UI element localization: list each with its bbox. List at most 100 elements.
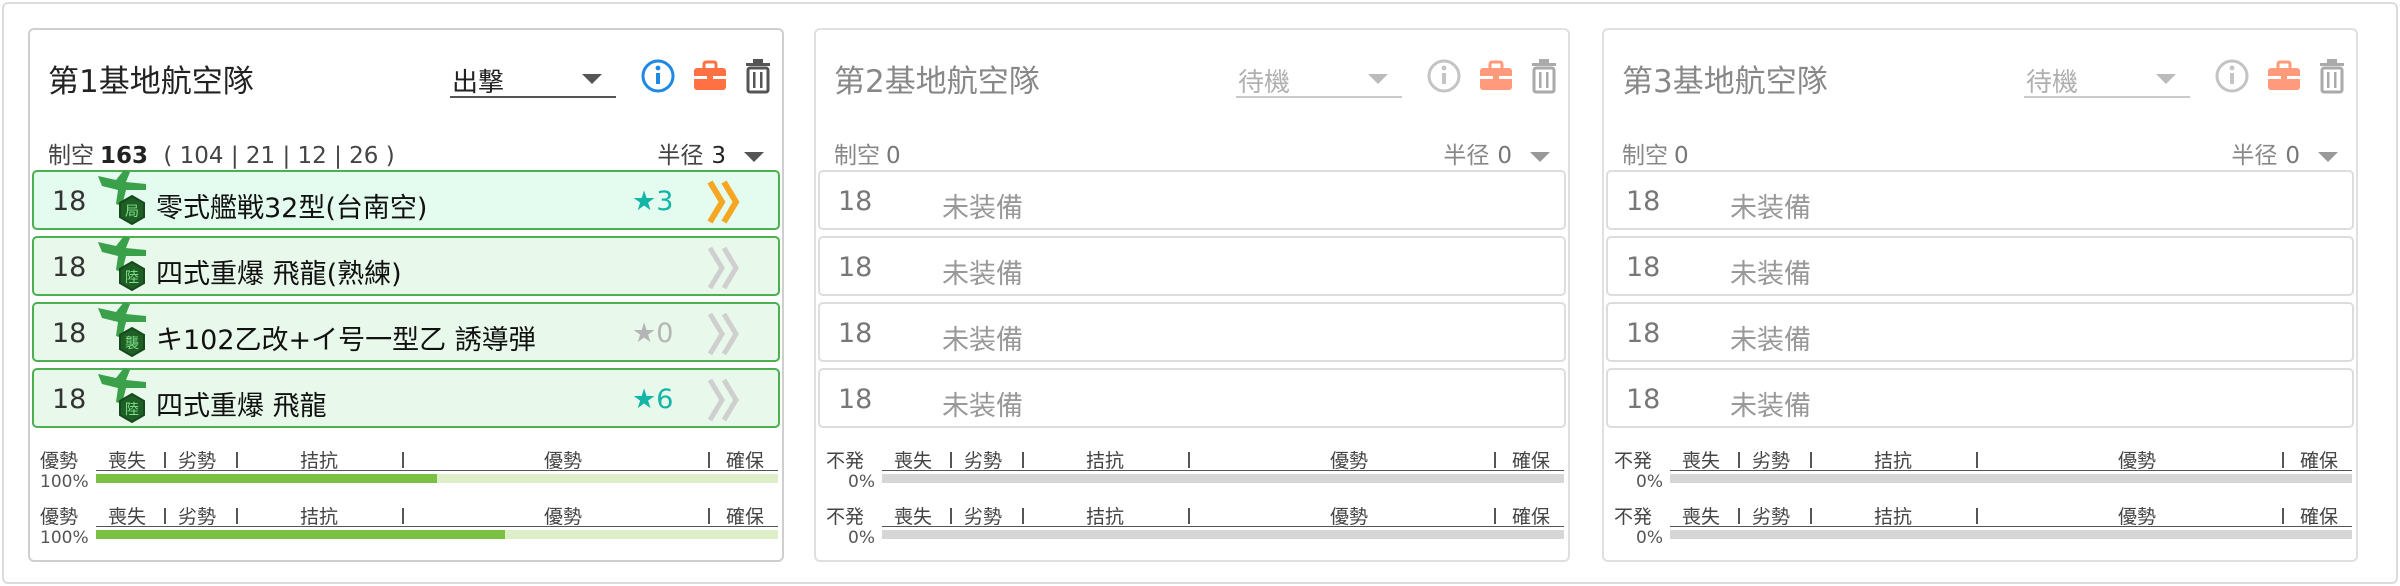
gauge-scale: 喪失 劣勢 拮抗 優勢 確保 bbox=[1670, 502, 2352, 528]
briefcase-icon[interactable] bbox=[690, 56, 730, 96]
empty-slot-label: 未装備 bbox=[942, 259, 1023, 290]
chevron-down-icon bbox=[582, 74, 602, 84]
briefcase-icon[interactable] bbox=[2264, 56, 2304, 96]
trash-icon[interactable] bbox=[738, 56, 778, 96]
air-state-gauge-2: 不発 0% 喪失 劣勢 拮抗 優勢 確保 bbox=[1604, 502, 2360, 560]
scale-label: 確保 bbox=[726, 450, 765, 472]
plane-icon: 陸 bbox=[98, 236, 146, 292]
air-state-gauge-1: 不発 0% 喪失 劣勢 拮抗 優勢 確保 bbox=[816, 446, 1572, 504]
air-label: 制空 bbox=[48, 143, 94, 169]
radius-select[interactable]: 半径 3 bbox=[657, 136, 764, 170]
scale-label: 優勢 bbox=[1330, 506, 1369, 528]
air-base-panel-1: 第1基地航空隊 出撃 制空 163 ( 104 | 21 | 12 | 26 ) … bbox=[28, 28, 784, 562]
air-state-gauge-2: 不発 0% 喪失 劣勢 拮抗 優勢 確保 bbox=[816, 502, 1572, 560]
scale-label: 喪失 bbox=[1682, 506, 1721, 528]
info-icon[interactable] bbox=[2212, 56, 2252, 96]
slot-count: 18 bbox=[52, 186, 87, 217]
equipment-slot-4[interactable]: 18 未装備 bbox=[1606, 368, 2354, 428]
air-base-container: 第1基地航空隊 出撃 制空 163 ( 104 | 21 | 12 | 26 ) … bbox=[2, 2, 2398, 584]
improvement-star: ★6 bbox=[632, 384, 674, 415]
air-base-panel-3: 第3基地航空隊 待機 制空 0 半径 0 18 未装備 18 未装備 18 未装… bbox=[1602, 28, 2358, 562]
improvement-star: ★0 bbox=[632, 318, 674, 349]
equipment-slot-2[interactable]: 18 未装備 bbox=[1606, 236, 2354, 296]
trash-icon[interactable] bbox=[2312, 56, 2352, 96]
equipment-slot-3[interactable]: 18 襲 キ102乙改+イ号一型乙 誘導弾 ★0 bbox=[32, 302, 780, 362]
slot-count: 18 bbox=[838, 252, 873, 283]
scale-label: 優勢 bbox=[1330, 450, 1369, 472]
gauge-track bbox=[96, 530, 778, 539]
equipment-slot-4[interactable]: 18 陸 四式重爆 飛龍 ★6 bbox=[32, 368, 780, 428]
air-label: 制空 bbox=[1622, 143, 1668, 169]
scale-label: 優勢 bbox=[2118, 506, 2157, 528]
trash-icon[interactable] bbox=[1524, 56, 1564, 96]
scale-label: 優勢 bbox=[544, 450, 583, 472]
proficiency-chevron-icon[interactable] bbox=[704, 178, 744, 226]
sortie-status-select[interactable]: 待機 bbox=[1236, 56, 1402, 98]
scale-label: 確保 bbox=[1512, 450, 1551, 472]
radius-select[interactable]: 半径 0 bbox=[1443, 136, 1550, 170]
gauge-percent: 0% bbox=[1636, 528, 1663, 548]
empty-slot-label: 未装備 bbox=[1730, 259, 1811, 290]
info-icon[interactable] bbox=[1424, 56, 1464, 96]
plane-icon: 襲 bbox=[98, 302, 146, 358]
proficiency-chevron-icon[interactable] bbox=[704, 376, 744, 424]
gauge-scale: 喪失 劣勢 拮抗 優勢 確保 bbox=[96, 446, 778, 472]
info-icon[interactable] bbox=[638, 56, 678, 96]
slot-count: 18 bbox=[52, 318, 87, 349]
slot-count: 18 bbox=[838, 186, 873, 217]
air-state-gauge-1: 不発 0% 喪失 劣勢 拮抗 優勢 確保 bbox=[1604, 446, 2360, 504]
briefcase-icon[interactable] bbox=[1476, 56, 1516, 96]
empty-slot-label: 未装備 bbox=[1730, 325, 1811, 356]
scale-label: 拮抗 bbox=[1086, 506, 1125, 528]
radius-select[interactable]: 半径 0 bbox=[2231, 136, 2338, 170]
gauge-track bbox=[1670, 474, 2352, 483]
scale-label: 確保 bbox=[2300, 450, 2339, 472]
panel-title: 第3基地航空隊 bbox=[1622, 64, 1828, 100]
air-label: 制空 bbox=[834, 143, 880, 169]
scale-label: 優勢 bbox=[2118, 450, 2157, 472]
equipment-slot-1[interactable]: 18 局 零式艦戦32型(台南空) ★3 bbox=[32, 170, 780, 230]
air-power-value: 0 bbox=[886, 143, 901, 169]
slot-count: 18 bbox=[1626, 252, 1661, 283]
equipment-slot-3[interactable]: 18 未装備 bbox=[818, 302, 1566, 362]
sortie-status-select[interactable]: 待機 bbox=[2024, 56, 2190, 98]
equipment-slot-3[interactable]: 18 未装備 bbox=[1606, 302, 2354, 362]
proficiency-chevron-icon[interactable] bbox=[704, 244, 744, 292]
chevron-down-icon bbox=[2318, 151, 2338, 162]
gauge-percent: 0% bbox=[848, 528, 875, 548]
air-power-value: 0 bbox=[1674, 143, 1689, 169]
empty-slot-label: 未装備 bbox=[942, 325, 1023, 356]
plane-badge: 陸 bbox=[125, 402, 139, 418]
equipment-slot-2[interactable]: 18 未装備 bbox=[818, 236, 1566, 296]
slot-count: 18 bbox=[1626, 384, 1661, 415]
equipment-slot-4[interactable]: 18 未装備 bbox=[818, 368, 1566, 428]
scale-label: 劣勢 bbox=[964, 506, 1003, 528]
chevron-down-icon bbox=[1368, 74, 1388, 84]
gauge-percent: 0% bbox=[848, 472, 875, 492]
slot-count: 18 bbox=[52, 384, 87, 415]
scale-label: 劣勢 bbox=[1752, 450, 1791, 472]
gauge-percent: 100% bbox=[40, 528, 89, 548]
scale-label: 喪失 bbox=[108, 450, 147, 472]
equipment-slot-1[interactable]: 18 未装備 bbox=[1606, 170, 2354, 230]
scale-label: 劣勢 bbox=[178, 506, 217, 528]
radius-value: 0 bbox=[1497, 143, 1512, 169]
sortie-status-select[interactable]: 出撃 bbox=[450, 56, 616, 98]
slot-count: 18 bbox=[838, 384, 873, 415]
scale-label: 喪失 bbox=[894, 450, 933, 472]
empty-slot-label: 未装備 bbox=[942, 391, 1023, 422]
equipment-name: 四式重爆 飛龍 bbox=[156, 391, 327, 422]
scale-label: 拮抗 bbox=[300, 450, 339, 472]
slot-count: 18 bbox=[838, 318, 873, 349]
equipment-slot-2[interactable]: 18 陸 四式重爆 飛龍(熟練) bbox=[32, 236, 780, 296]
gauge-scale: 喪失 劣勢 拮抗 優勢 確保 bbox=[882, 502, 1564, 528]
gauge-fill bbox=[96, 530, 506, 539]
proficiency-chevron-icon[interactable] bbox=[704, 310, 744, 358]
scale-label: 拮抗 bbox=[1086, 450, 1125, 472]
scale-label: 喪失 bbox=[1682, 450, 1721, 472]
equipment-slot-1[interactable]: 18 未装備 bbox=[818, 170, 1566, 230]
scale-label: 確保 bbox=[726, 506, 765, 528]
scale-label: 喪失 bbox=[894, 506, 933, 528]
gauge-scale: 喪失 劣勢 拮抗 優勢 確保 bbox=[1670, 446, 2352, 472]
chevron-down-icon bbox=[1530, 151, 1550, 162]
